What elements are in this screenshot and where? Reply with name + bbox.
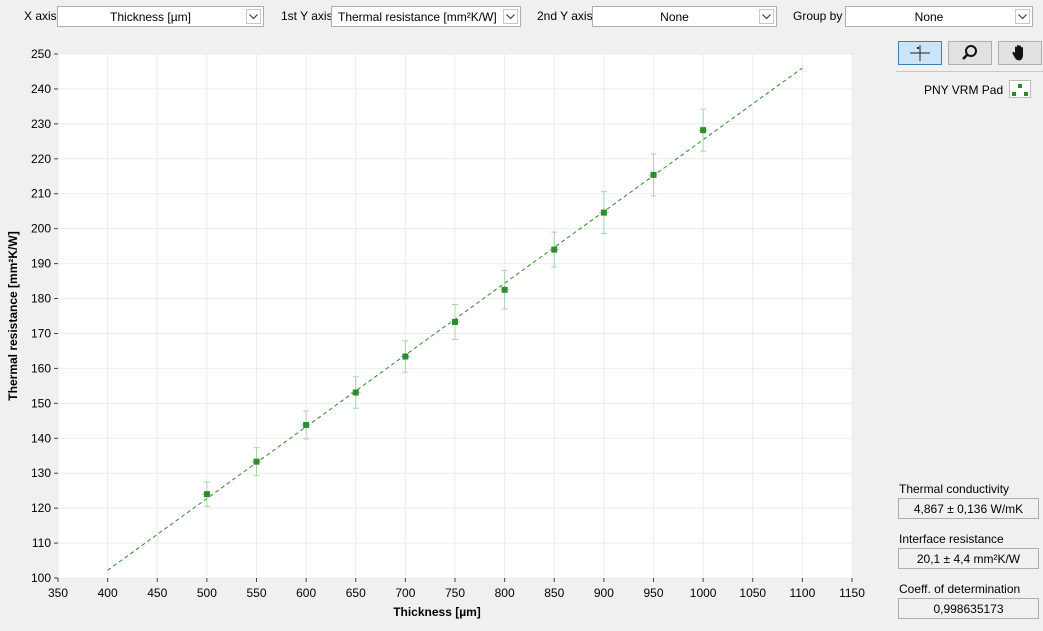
x-tick-label: 1100: [789, 586, 815, 600]
data-point[interactable]: [501, 286, 508, 293]
x-tick-label: 1050: [739, 586, 766, 600]
x-tick-label: 400: [98, 586, 118, 600]
y-tick-label: 150: [31, 396, 51, 410]
thermal-conductivity-label: Thermal conductivity: [899, 482, 1010, 496]
data-point[interactable]: [303, 421, 310, 428]
y-tick-label: 180: [31, 292, 51, 306]
data-point[interactable]: [452, 318, 458, 325]
y2-axis-label: 2nd Y axis: [537, 9, 593, 23]
x-tick-label: 1150: [839, 586, 865, 600]
coeff-determination-value: 0,998635173: [898, 598, 1039, 619]
chevron-down-icon[interactable]: [1015, 9, 1030, 24]
chevron-down-icon[interactable]: [759, 9, 774, 24]
x-tick-label: 600: [296, 586, 316, 600]
y-tick-label: 190: [31, 257, 51, 271]
x-tick-label: 350: [48, 586, 68, 600]
chevron-down-icon[interactable]: [246, 9, 261, 24]
y-tick-label: 160: [31, 361, 51, 375]
x-tick-label: 900: [594, 586, 614, 600]
crosshair-icon: [910, 45, 930, 61]
x-axis-select-value: Thickness [µm]: [110, 10, 191, 24]
data-point[interactable]: [253, 458, 260, 465]
x-tick-label: 800: [495, 586, 515, 600]
thermal-resistance-chart[interactable]: 350 400 450 500 550 600 650 700 750 800 850 900 950 1…: [0, 30, 880, 631]
y-tick-label: 110: [32, 536, 51, 550]
x-tick-label: 950: [643, 586, 663, 600]
y1-axis-label: 1st Y axis: [281, 9, 333, 23]
data-point[interactable]: [352, 389, 359, 396]
data-point[interactable]: [402, 353, 409, 360]
x-tick-label: 500: [197, 586, 217, 600]
legend-series-name: PNY VRM Pad: [924, 83, 1004, 97]
y-tick-label: 170: [31, 326, 51, 340]
data-point[interactable]: [551, 246, 558, 253]
x-tick-label: 550: [246, 586, 266, 600]
legend-scatter-icon: [1009, 80, 1031, 98]
y-axis-title: Thermal resistance [mm²K/W]: [6, 231, 20, 400]
magnifier-icon: [962, 45, 977, 60]
x-tick-label: 750: [445, 586, 465, 600]
data-point[interactable]: [600, 209, 607, 216]
x-axis-title: Thickness [µm]: [393, 605, 481, 619]
data-point[interactable]: [203, 491, 210, 498]
coeff-determination-label: Coeff. of determination: [899, 582, 1021, 596]
crosshair-tool-button[interactable]: [898, 41, 942, 65]
x-tick-label: 650: [346, 586, 366, 600]
y-tick-label: 130: [31, 466, 51, 480]
y1-axis-select-value: Thermal resistance [mm²K/W]: [338, 10, 497, 24]
interface-resistance-value: 20,1 ± 4,4 mm²K/W: [898, 548, 1039, 569]
y-tick-label: 250: [31, 47, 51, 61]
y1-axis-select[interactable]: Thermal resistance [mm²K/W]: [331, 6, 521, 27]
thermal-conductivity-value: 4,867 ± 0,136 W/mK: [898, 498, 1039, 519]
y2-axis-select-value: None: [660, 10, 689, 24]
x-tick-label: 1000: [690, 586, 717, 600]
group-by-select-value: None: [914, 10, 944, 24]
chevron-down-icon[interactable]: [503, 9, 518, 24]
group-by-label: Group by: [793, 9, 843, 23]
y-tick-label: 200: [31, 222, 51, 236]
y-tick-label: 100: [31, 571, 51, 585]
x-axis-label: X axis: [24, 9, 57, 23]
y-tick-label: 120: [31, 501, 51, 515]
x-axis-select[interactable]: Thickness [µm]: [57, 6, 264, 27]
x-tick-label: 700: [395, 586, 415, 600]
x-tick-label: 450: [147, 586, 167, 600]
pan-tool-button[interactable]: [998, 41, 1042, 65]
y-tick-label: 230: [31, 117, 51, 131]
tool-separator: [896, 71, 1043, 72]
y-tick-label: 140: [31, 431, 51, 445]
y-tick-label: 240: [31, 82, 51, 96]
y-tick-label: 220: [31, 152, 51, 166]
hand-icon: [1012, 45, 1023, 61]
data-point[interactable]: [650, 171, 657, 178]
y-tick-label: 210: [31, 187, 51, 201]
interface-resistance-label: Interface resistance: [899, 532, 1004, 546]
zoom-tool-button[interactable]: [948, 41, 992, 65]
data-point[interactable]: [700, 127, 707, 134]
group-by-select[interactable]: None: [845, 6, 1033, 27]
y2-axis-select[interactable]: None: [592, 6, 777, 27]
x-tick-label: 850: [544, 586, 564, 600]
